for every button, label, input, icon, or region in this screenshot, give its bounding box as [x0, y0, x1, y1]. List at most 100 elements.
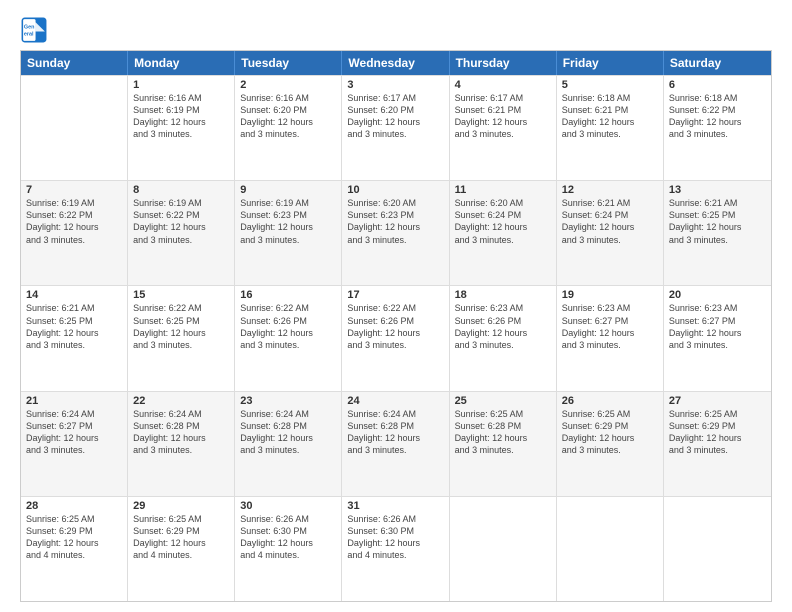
cell-line: Sunset: 6:19 PM: [133, 104, 229, 116]
calendar: SundayMondayTuesdayWednesdayThursdayFrid…: [20, 50, 772, 602]
day-number: 12: [562, 184, 658, 196]
cal-cell-1-1: 8Sunrise: 6:19 AMSunset: 6:22 PMDaylight…: [128, 181, 235, 285]
cal-cell-0-5: 5Sunrise: 6:18 AMSunset: 6:21 PMDaylight…: [557, 76, 664, 180]
cell-line: Sunrise: 6:18 AM: [562, 92, 658, 104]
header-cell-tuesday: Tuesday: [235, 51, 342, 75]
cell-line: and 3 minutes.: [455, 234, 551, 246]
cell-line: Daylight: 12 hours: [240, 432, 336, 444]
cell-line: Sunset: 6:28 PM: [347, 420, 443, 432]
cell-line: and 3 minutes.: [347, 234, 443, 246]
cal-cell-4-2: 30Sunrise: 6:26 AMSunset: 6:30 PMDayligh…: [235, 497, 342, 601]
cell-line: Daylight: 12 hours: [240, 327, 336, 339]
calendar-body: 1Sunrise: 6:16 AMSunset: 6:19 PMDaylight…: [21, 75, 771, 601]
cell-line: Sunrise: 6:23 AM: [562, 302, 658, 314]
cell-line: Sunrise: 6:24 AM: [240, 408, 336, 420]
cell-line: Sunset: 6:27 PM: [562, 315, 658, 327]
header: Gen eral: [20, 16, 772, 44]
cell-line: Daylight: 12 hours: [240, 221, 336, 233]
cal-cell-0-2: 2Sunrise: 6:16 AMSunset: 6:20 PMDaylight…: [235, 76, 342, 180]
day-number: 9: [240, 184, 336, 196]
cell-line: Sunset: 6:26 PM: [240, 315, 336, 327]
cell-line: Daylight: 12 hours: [26, 432, 122, 444]
cell-line: Sunrise: 6:23 AM: [669, 302, 766, 314]
cal-cell-3-3: 24Sunrise: 6:24 AMSunset: 6:28 PMDayligh…: [342, 392, 449, 496]
cal-cell-0-1: 1Sunrise: 6:16 AMSunset: 6:19 PMDaylight…: [128, 76, 235, 180]
day-number: 22: [133, 395, 229, 407]
cell-line: Sunrise: 6:26 AM: [240, 513, 336, 525]
header-cell-thursday: Thursday: [450, 51, 557, 75]
cell-line: and 3 minutes.: [455, 128, 551, 140]
cell-line: Sunrise: 6:22 AM: [240, 302, 336, 314]
cell-line: and 3 minutes.: [347, 339, 443, 351]
day-number: 27: [669, 395, 766, 407]
cell-line: Sunset: 6:23 PM: [347, 209, 443, 221]
cell-line: Sunrise: 6:25 AM: [669, 408, 766, 420]
cell-line: Daylight: 12 hours: [347, 327, 443, 339]
day-number: 3: [347, 79, 443, 91]
cell-line: and 3 minutes.: [347, 128, 443, 140]
header-cell-saturday: Saturday: [664, 51, 771, 75]
day-number: 1: [133, 79, 229, 91]
cell-line: Daylight: 12 hours: [133, 221, 229, 233]
cell-line: Daylight: 12 hours: [26, 537, 122, 549]
svg-text:eral: eral: [24, 31, 34, 37]
cell-line: Sunrise: 6:19 AM: [133, 197, 229, 209]
cell-line: Sunrise: 6:25 AM: [26, 513, 122, 525]
cell-line: Sunrise: 6:16 AM: [133, 92, 229, 104]
cell-line: Daylight: 12 hours: [562, 221, 658, 233]
cell-line: Daylight: 12 hours: [26, 327, 122, 339]
cell-line: Sunset: 6:28 PM: [455, 420, 551, 432]
cal-cell-2-2: 16Sunrise: 6:22 AMSunset: 6:26 PMDayligh…: [235, 286, 342, 390]
cell-line: Daylight: 12 hours: [347, 432, 443, 444]
day-number: 5: [562, 79, 658, 91]
cell-line: Sunrise: 6:25 AM: [455, 408, 551, 420]
cell-line: and 3 minutes.: [562, 128, 658, 140]
cal-cell-1-4: 11Sunrise: 6:20 AMSunset: 6:24 PMDayligh…: [450, 181, 557, 285]
cell-line: Daylight: 12 hours: [455, 327, 551, 339]
cell-line: and 3 minutes.: [455, 339, 551, 351]
cell-line: and 3 minutes.: [133, 339, 229, 351]
day-number: 4: [455, 79, 551, 91]
day-number: 29: [133, 500, 229, 512]
cell-line: Daylight: 12 hours: [669, 221, 766, 233]
cal-cell-1-0: 7Sunrise: 6:19 AMSunset: 6:22 PMDaylight…: [21, 181, 128, 285]
cal-cell-3-1: 22Sunrise: 6:24 AMSunset: 6:28 PMDayligh…: [128, 392, 235, 496]
cell-line: Daylight: 12 hours: [669, 116, 766, 128]
cal-cell-1-3: 10Sunrise: 6:20 AMSunset: 6:23 PMDayligh…: [342, 181, 449, 285]
day-number: 17: [347, 289, 443, 301]
cell-line: Sunset: 6:28 PM: [240, 420, 336, 432]
cell-line: Sunset: 6:20 PM: [240, 104, 336, 116]
cell-line: Daylight: 12 hours: [347, 221, 443, 233]
cell-line: and 4 minutes.: [240, 549, 336, 561]
cell-line: Sunrise: 6:16 AM: [240, 92, 336, 104]
cell-line: and 3 minutes.: [26, 444, 122, 456]
day-number: 10: [347, 184, 443, 196]
day-number: 25: [455, 395, 551, 407]
cal-cell-2-6: 20Sunrise: 6:23 AMSunset: 6:27 PMDayligh…: [664, 286, 771, 390]
cell-line: Sunset: 6:26 PM: [347, 315, 443, 327]
day-number: 11: [455, 184, 551, 196]
cal-cell-4-5: [557, 497, 664, 601]
cal-cell-1-2: 9Sunrise: 6:19 AMSunset: 6:23 PMDaylight…: [235, 181, 342, 285]
cell-line: and 3 minutes.: [240, 444, 336, 456]
page: Gen eral SundayMondayTuesdayWednesdayThu…: [0, 0, 792, 612]
cell-line: Sunrise: 6:24 AM: [133, 408, 229, 420]
cell-line: and 4 minutes.: [133, 549, 229, 561]
cell-line: Sunrise: 6:20 AM: [455, 197, 551, 209]
cal-cell-3-0: 21Sunrise: 6:24 AMSunset: 6:27 PMDayligh…: [21, 392, 128, 496]
cell-line: and 3 minutes.: [26, 234, 122, 246]
cell-line: Sunset: 6:27 PM: [26, 420, 122, 432]
day-number: 14: [26, 289, 122, 301]
cell-line: Sunset: 6:22 PM: [133, 209, 229, 221]
cal-cell-1-5: 12Sunrise: 6:21 AMSunset: 6:24 PMDayligh…: [557, 181, 664, 285]
cell-line: and 3 minutes.: [133, 234, 229, 246]
cell-line: and 3 minutes.: [669, 339, 766, 351]
cell-line: Daylight: 12 hours: [562, 432, 658, 444]
cell-line: Sunset: 6:30 PM: [347, 525, 443, 537]
cell-line: Daylight: 12 hours: [347, 537, 443, 549]
cell-line: Daylight: 12 hours: [455, 432, 551, 444]
cell-line: and 4 minutes.: [26, 549, 122, 561]
cell-line: Sunset: 6:20 PM: [347, 104, 443, 116]
cell-line: Sunset: 6:24 PM: [455, 209, 551, 221]
cal-cell-4-6: [664, 497, 771, 601]
